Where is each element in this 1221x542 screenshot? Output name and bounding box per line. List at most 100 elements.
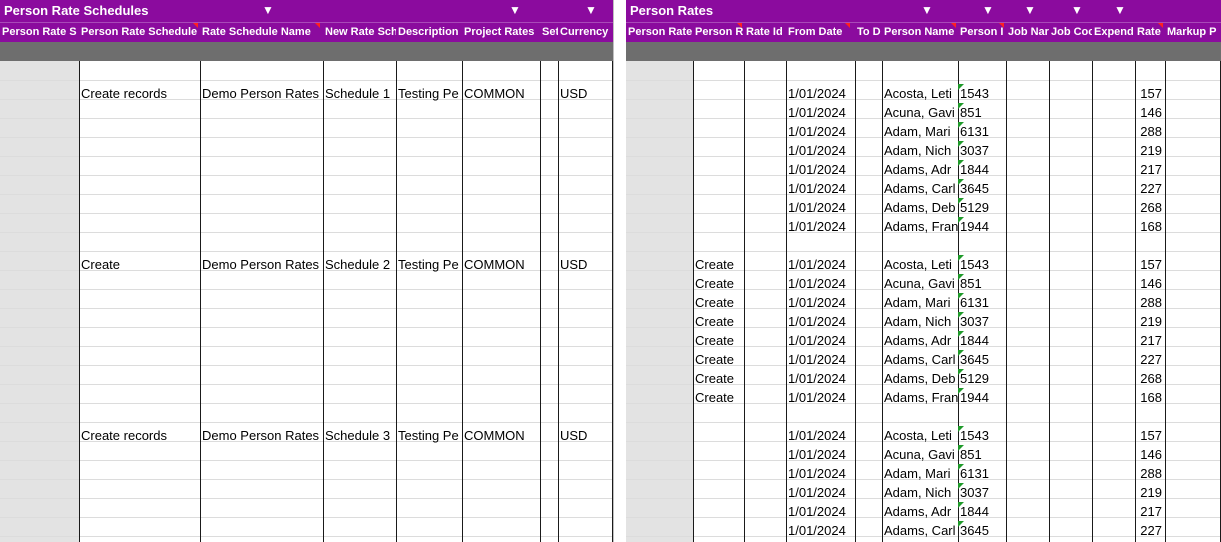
right-cell-name[interactable]: Adams, Carl	[882, 350, 958, 369]
right-header-cell[interactable]: Markup P	[1165, 23, 1221, 42]
right-cell-from[interactable]: 1/01/2024	[786, 312, 855, 331]
right-header-cell[interactable]: Person Rate	[626, 23, 693, 42]
right-cell-name[interactable]: Adams, Fran	[882, 217, 958, 236]
right-cell-from[interactable]: 1/01/2024	[786, 464, 855, 483]
right-cell-action[interactable]: Create	[693, 388, 744, 407]
left-cell-name[interactable]: Demo Person Rates	[200, 84, 323, 103]
left-cell-action[interactable]: Create records	[79, 426, 200, 445]
left-cell-currency[interactable]: USD	[558, 84, 613, 103]
right-cell-id[interactable]: 1543	[958, 426, 1006, 445]
left-header-cell[interactable]: New Rate Sch	[323, 23, 396, 42]
filter-dropdown-icon[interactable]: ▼	[509, 3, 521, 17]
right-cell-rate[interactable]: 219	[1135, 312, 1165, 331]
right-cell-name[interactable]: Adam, Nich	[882, 312, 958, 331]
right-cell-rate[interactable]: 288	[1135, 464, 1165, 483]
right-header-cell[interactable]: Rate Id	[744, 23, 786, 42]
filter-dropdown-icon[interactable]: ▼	[1114, 3, 1126, 17]
left-cell-new-rate[interactable]: Schedule 2	[323, 255, 396, 274]
right-cell-name[interactable]: Adams, Adr	[882, 502, 958, 521]
right-cell-name[interactable]: Adams, Deb	[882, 198, 958, 217]
right-cell-action[interactable]: Create	[693, 331, 744, 350]
right-cell-from[interactable]: 1/01/2024	[786, 274, 855, 293]
right-cell-rate[interactable]: 146	[1135, 274, 1165, 293]
right-cell-name[interactable]: Acuna, Gavi	[882, 274, 958, 293]
right-cell-id[interactable]: 6131	[958, 464, 1006, 483]
right-cell-from[interactable]: 1/01/2024	[786, 122, 855, 141]
left-cell-name[interactable]: Demo Person Rates	[200, 255, 323, 274]
right-cell-from[interactable]: 1/01/2024	[786, 179, 855, 198]
right-cell-name[interactable]: Adams, Carl	[882, 179, 958, 198]
filter-dropdown-icon[interactable]: ▼	[585, 3, 597, 17]
right-cell-name[interactable]: Adams, Adr	[882, 160, 958, 179]
right-cell-from[interactable]: 1/01/2024	[786, 483, 855, 502]
right-cell-id[interactable]: 851	[958, 445, 1006, 464]
left-cell-description[interactable]: Testing Pe	[396, 426, 462, 445]
right-cell-rate[interactable]: 168	[1135, 217, 1165, 236]
filter-dropdown-icon[interactable]: ▼	[1024, 3, 1036, 17]
right-cell-name[interactable]: Adam, Nich	[882, 483, 958, 502]
left-cell-action[interactable]: Create records	[79, 84, 200, 103]
right-cell-rate[interactable]: 157	[1135, 84, 1165, 103]
right-cell-id[interactable]: 3037	[958, 141, 1006, 160]
left-cell-currency[interactable]: USD	[558, 255, 613, 274]
right-cell-from[interactable]: 1/01/2024	[786, 141, 855, 160]
right-cell-from[interactable]: 1/01/2024	[786, 103, 855, 122]
left-header-cell[interactable]: Currency	[558, 23, 613, 42]
right-cell-id[interactable]: 5129	[958, 369, 1006, 388]
right-cell-rate[interactable]: 146	[1135, 103, 1165, 122]
right-cell-rate[interactable]: 227	[1135, 521, 1165, 540]
right-cell-rate[interactable]: 227	[1135, 350, 1165, 369]
right-cell-id[interactable]: 6131	[958, 122, 1006, 141]
left-cell-name[interactable]: Demo Person Rates	[200, 426, 323, 445]
right-cell-rate[interactable]: 268	[1135, 369, 1165, 388]
filter-dropdown-icon[interactable]: ▼	[262, 3, 274, 17]
left-cell-description[interactable]: Testing Pe	[396, 84, 462, 103]
right-cell-rate[interactable]: 217	[1135, 160, 1165, 179]
right-cell-rate[interactable]: 217	[1135, 331, 1165, 350]
right-cell-id[interactable]: 1944	[958, 388, 1006, 407]
right-cell-name[interactable]: Adams, Fran	[882, 388, 958, 407]
right-cell-from[interactable]: 1/01/2024	[786, 445, 855, 464]
right-cell-rate[interactable]: 219	[1135, 141, 1165, 160]
right-cell-rate[interactable]: 217	[1135, 502, 1165, 521]
right-cell-rate[interactable]: 219	[1135, 483, 1165, 502]
right-cell-name[interactable]: Adams, Deb	[882, 369, 958, 388]
right-cell-id[interactable]: 1844	[958, 160, 1006, 179]
right-cell-id[interactable]: 851	[958, 274, 1006, 293]
right-cell-name[interactable]: Adam, Mari	[882, 122, 958, 141]
right-cell-from[interactable]: 1/01/2024	[786, 426, 855, 445]
right-cell-from[interactable]: 1/01/2024	[786, 502, 855, 521]
right-cell-rate[interactable]: 288	[1135, 122, 1165, 141]
right-cell-id[interactable]: 3645	[958, 179, 1006, 198]
right-cell-id[interactable]: 1543	[958, 255, 1006, 274]
right-cell-id[interactable]: 3037	[958, 483, 1006, 502]
right-header-cell[interactable]: To D	[855, 23, 882, 42]
left-header-cell[interactable]: Person Rate Schedule	[79, 23, 200, 42]
right-cell-id[interactable]: 6131	[958, 293, 1006, 312]
left-cell-project-rates[interactable]: COMMON	[462, 426, 540, 445]
right-cell-id[interactable]: 1944	[958, 217, 1006, 236]
right-cell-name[interactable]: Adam, Nich	[882, 141, 958, 160]
left-header-cell[interactable]: Set	[540, 23, 558, 42]
right-cell-id[interactable]: 1543	[958, 84, 1006, 103]
right-cell-rate[interactable]: 288	[1135, 293, 1165, 312]
right-cell-from[interactable]: 1/01/2024	[786, 388, 855, 407]
left-cell-description[interactable]: Testing Pe	[396, 255, 462, 274]
left-cell-new-rate[interactable]: Schedule 1	[323, 84, 396, 103]
left-header-cell[interactable]: Person Rate S	[0, 23, 79, 42]
right-cell-name[interactable]: Adams, Carl	[882, 521, 958, 540]
right-cell-action[interactable]: Create	[693, 350, 744, 369]
left-header-cell[interactable]: Description	[396, 23, 462, 42]
right-cell-action[interactable]: Create	[693, 369, 744, 388]
right-cell-from[interactable]: 1/01/2024	[786, 350, 855, 369]
right-cell-action[interactable]: Create	[693, 293, 744, 312]
right-cell-rate[interactable]: 157	[1135, 255, 1165, 274]
right-cell-from[interactable]: 1/01/2024	[786, 521, 855, 540]
right-cell-name[interactable]: Adam, Mari	[882, 464, 958, 483]
right-cell-name[interactable]: Acosta, Leti	[882, 255, 958, 274]
right-cell-action[interactable]: Create	[693, 312, 744, 331]
right-cell-id[interactable]: 1844	[958, 502, 1006, 521]
right-cell-action[interactable]: Create	[693, 274, 744, 293]
right-cell-id[interactable]: 5129	[958, 198, 1006, 217]
right-cell-id[interactable]: 3645	[958, 350, 1006, 369]
